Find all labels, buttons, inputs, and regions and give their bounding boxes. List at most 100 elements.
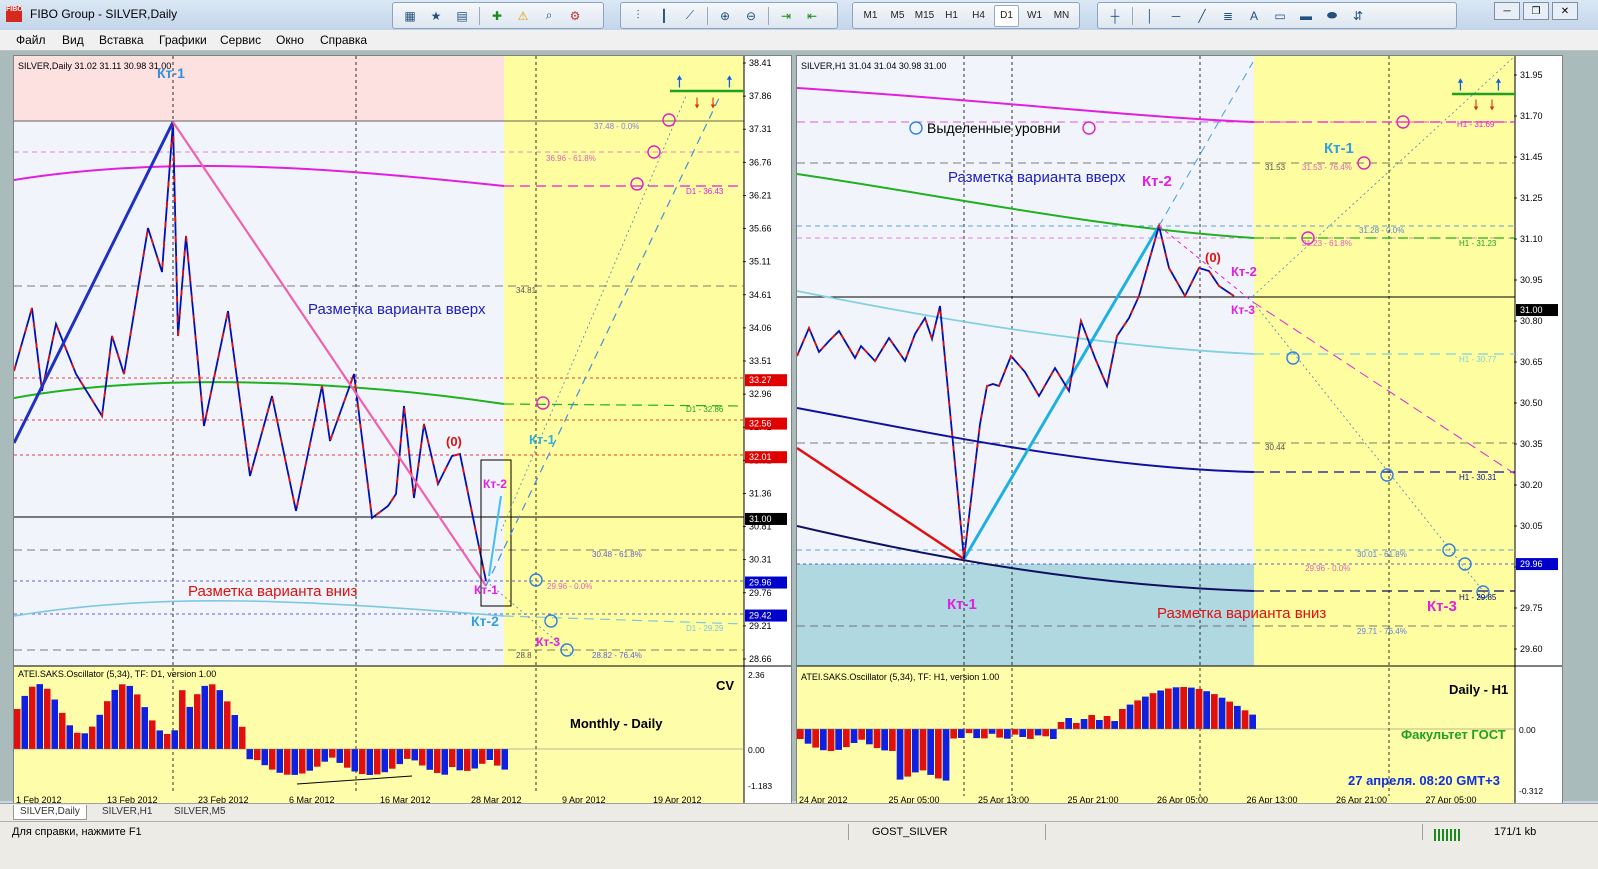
svg-text:🠗: 🠗 (1489, 97, 1495, 113)
menu-tools[interactable]: Сервис (220, 33, 261, 47)
label-kt2-cyan: Кт-2 (471, 613, 499, 629)
zoom-out-icon[interactable]: ⊖ (740, 6, 762, 26)
oscillator-bar (942, 729, 950, 781)
new-order-icon[interactable]: ✚ (486, 6, 508, 26)
menu-charts[interactable]: Графики (159, 33, 207, 47)
crosshair-icon[interactable]: ┼ (1104, 6, 1126, 26)
oscillator-bar (314, 749, 321, 767)
oscillator-bar (471, 749, 478, 769)
tf-w1[interactable]: W1 (1023, 6, 1046, 26)
horizontal-line-icon[interactable]: ─ (1165, 6, 1187, 26)
zoom-search-icon[interactable]: ⌕ (538, 6, 560, 26)
tab-silver-m5[interactable]: SILVER,M5 (168, 805, 232, 819)
oscillator-bar (1211, 694, 1218, 729)
label-daily-h1: Daily - H1 (1449, 682, 1508, 697)
bar-chart-icon[interactable]: ⫶ (627, 6, 649, 26)
oscillator-bar (479, 749, 486, 764)
menu-insert[interactable]: Вставка (99, 33, 144, 47)
price-tick-label: 37.86 (749, 91, 772, 101)
daily-chart-svg[interactable]: 🠕 🠕 🠗 🠗 SILVER,Daily 31.02 31.11 30.98 3… (14, 56, 791, 804)
oscillator-bar (927, 729, 934, 775)
oscillator-bar (231, 715, 238, 749)
auto-scroll-icon[interactable]: ⇥ (775, 6, 797, 26)
label-kt3-magenta: Кт-3 (536, 635, 560, 649)
menu-view[interactable]: Вид (62, 33, 84, 47)
chart-window-h1[interactable]: 🠕 🠕 🠗 🠗 SILVER,H1 31.04 31.04 30.98 31.0… (796, 55, 1563, 805)
oscillator-bar (291, 749, 298, 775)
navigator-icon[interactable]: ▤ (451, 6, 473, 26)
tf-mn[interactable]: MN (1050, 6, 1073, 26)
oscillator-bar (896, 729, 904, 780)
oscillator-bar (1034, 729, 1042, 736)
trendline-icon[interactable]: ╱ (1191, 6, 1213, 26)
menu-bar: Файл Вид Вставка Графики Сервис Окно Спр… (0, 30, 1598, 51)
oscillator-bar (494, 749, 501, 766)
oscillator-bar (336, 749, 343, 763)
oscillator-bar (1241, 710, 1249, 729)
label-kt2-magenta-h1: Кт-2 (1231, 264, 1257, 279)
tf-h1[interactable]: H1 (940, 6, 963, 26)
close-icon[interactable]: ✕ (1552, 2, 1578, 20)
alert-icon[interactable]: ⚠ (512, 6, 534, 26)
oscillator-bar (1004, 729, 1011, 739)
tf-m15[interactable]: M15 (913, 6, 936, 26)
settings-icon[interactable]: ⚙ (564, 6, 586, 26)
oscillator-bar (389, 749, 396, 769)
price-tick-label: 33.51 (749, 356, 772, 366)
level-label: 30.01 - 61.8% (1357, 550, 1407, 559)
label-kt1-cyan: Кт-1 (529, 432, 555, 447)
tab-silver-daily[interactable]: SILVER,Daily (13, 805, 87, 820)
tf-m1[interactable]: M1 (859, 6, 882, 26)
menu-file[interactable]: Файл (16, 33, 46, 47)
h1-chart-svg[interactable]: 🠕 🠕 🠗 🠗 SILVER,H1 31.04 31.04 30.98 31.0… (797, 56, 1562, 804)
label-kt2-magenta: Кт-2 (483, 477, 507, 491)
tab-silver-h1[interactable]: SILVER,H1 (96, 805, 158, 819)
oscillator-bar (44, 688, 51, 749)
fibonacci-icon[interactable]: ≣ (1217, 6, 1239, 26)
oscillator-bar (119, 684, 126, 749)
level-label: D1 - 36.43 (686, 187, 724, 196)
oscillator-bar (351, 749, 358, 772)
level-label: H1 - 29.85 (1459, 593, 1497, 602)
label-icon[interactable]: ▭ (1269, 6, 1291, 26)
drawing-toolbar: ┼ │ ─ ╱ ≣ A ▭ ▬ ⬬ ⇵ (1097, 2, 1457, 29)
profiles-icon[interactable]: ★ (425, 6, 447, 26)
oscillator-bar (843, 729, 850, 748)
svg-text:🠗: 🠗 (710, 95, 716, 111)
oscillator-bar (950, 729, 957, 739)
menu-help[interactable]: Справка (320, 33, 367, 47)
svg-text:🠗: 🠗 (694, 95, 700, 111)
shapes-icon[interactable]: ▬ (1295, 6, 1317, 26)
connection-bars-icon (1434, 829, 1462, 841)
price-tick-label: 30.31 (749, 555, 772, 565)
oscillator-bar (866, 729, 873, 745)
price-tag-label: 32.56 (749, 419, 772, 429)
oscillator-bar (1096, 720, 1103, 729)
tf-d1[interactable]: D1 (994, 4, 1019, 27)
oscillator-bar (261, 749, 268, 766)
zoom-in-icon[interactable]: ⊕ (714, 6, 736, 26)
restore-icon[interactable]: ❐ (1523, 2, 1549, 20)
new-chart-icon[interactable]: ▦ (399, 6, 421, 26)
text-icon[interactable]: A (1243, 6, 1265, 26)
status-help: Для справки, нажмите F1 (12, 826, 142, 838)
svg-text:🠕: 🠕 (1457, 77, 1464, 94)
oscillator-bar (973, 729, 980, 739)
minimize-icon[interactable]: ─ (1494, 2, 1520, 20)
oscillator-bar (224, 701, 231, 749)
oscillator-bar (850, 729, 858, 743)
oscillator-bar (1172, 687, 1180, 729)
ellipse-icon[interactable]: ⬬ (1321, 6, 1343, 26)
vertical-line-icon[interactable]: │ (1139, 6, 1161, 26)
price-tag-label: 29.96 (1520, 559, 1543, 569)
price-tick-label: 29.60 (1520, 644, 1543, 654)
tf-h4[interactable]: H4 (967, 6, 990, 26)
line-chart-icon[interactable]: ⟋ (679, 6, 701, 26)
menu-window[interactable]: Окно (276, 33, 304, 47)
arrows-dropdown-icon[interactable]: ⇵ (1347, 6, 1369, 26)
oscillator-bar (919, 729, 927, 771)
tf-m5[interactable]: M5 (886, 6, 909, 26)
chart-window-daily[interactable]: 🠕 🠕 🠗 🠗 SILVER,Daily 31.02 31.11 30.98 3… (13, 55, 792, 805)
candle-chart-icon[interactable]: ┃ (653, 6, 675, 26)
chart-shift-icon[interactable]: ⇤ (801, 6, 823, 26)
